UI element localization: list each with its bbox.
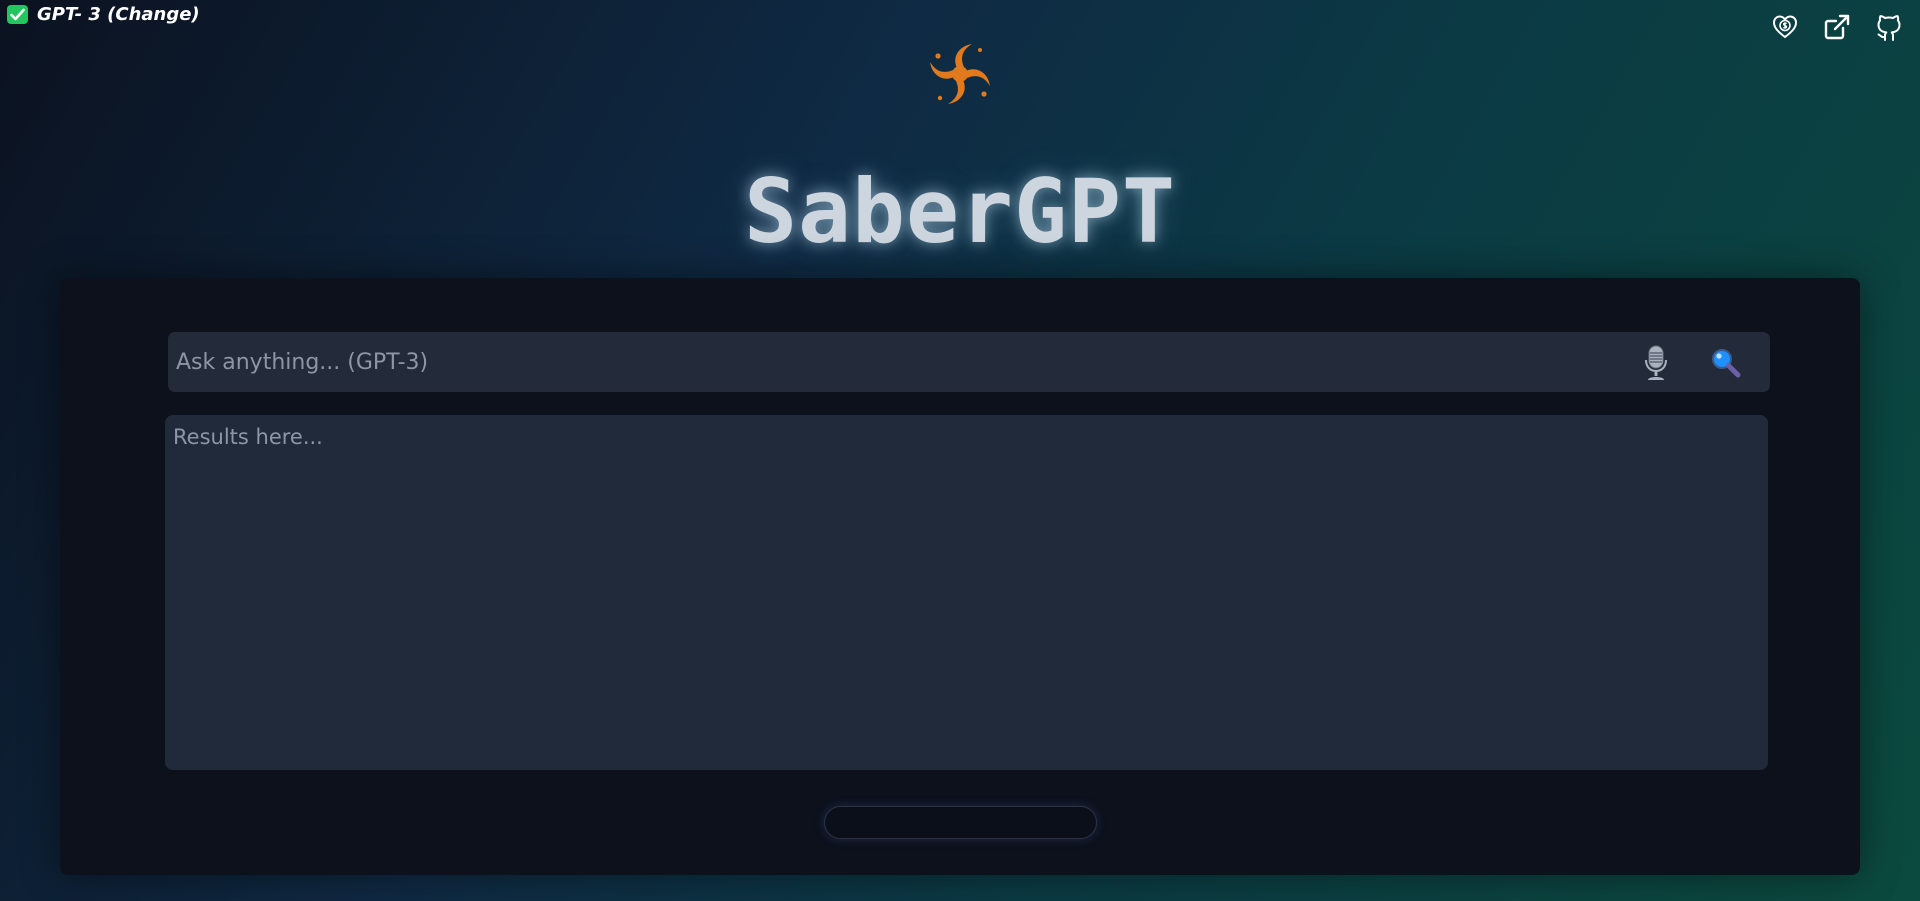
checkbox-checked-icon[interactable] (7, 5, 28, 24)
main-panel (60, 278, 1860, 875)
model-switch-label[interactable]: GPT- 3 (Change) (37, 4, 200, 25)
spiral-logo (920, 34, 1000, 114)
top-icon-bar (1770, 12, 1904, 42)
magnifier-icon[interactable] (1708, 345, 1744, 381)
external-link-icon[interactable] (1822, 12, 1852, 42)
search-input[interactable] (168, 332, 1608, 392)
microphone-icon[interactable] (1638, 344, 1674, 382)
model-switch[interactable]: GPT- 3 (Change) (7, 4, 200, 25)
search-bar (168, 332, 1770, 392)
app-title: SaberGPT (744, 160, 1176, 263)
github-icon[interactable] (1874, 12, 1904, 42)
submit-pill-button[interactable] (824, 806, 1097, 839)
donate-heart-icon[interactable] (1770, 12, 1800, 42)
results-area[interactable] (165, 415, 1768, 770)
